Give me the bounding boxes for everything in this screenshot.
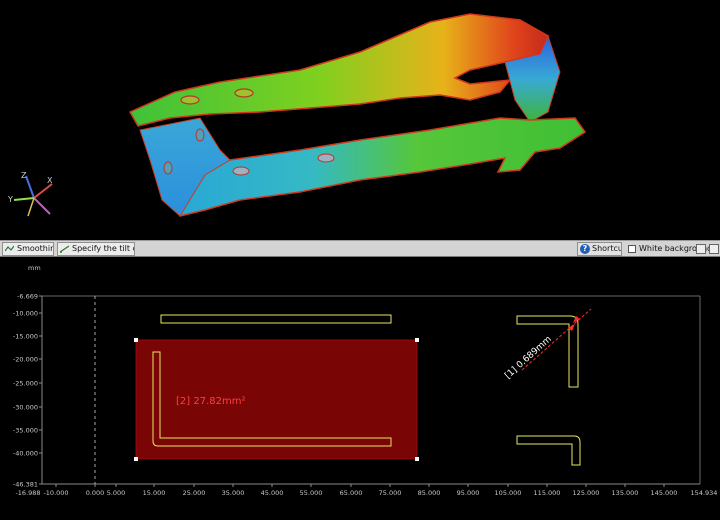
shortcuts-label: Shortcuts: [592, 244, 621, 253]
y-tick-label: -46.381: [13, 481, 38, 489]
profile-plot-canvas: mm -6.669 -10.000 -15.000 -20.000 -25.000 -30…: [13, 264, 718, 497]
axis-triad-icon: Z X Y: [7, 171, 53, 217]
3d-part-render: [128, 13, 587, 217]
smoothing-button[interactable]: Smoothing...: [2, 242, 54, 256]
x-tick-label: 154.934: [691, 489, 718, 497]
x-tick-label: 105.000: [495, 489, 522, 497]
x-tick-label: 135.000: [612, 489, 639, 497]
tilt-origin-label: Specify the tilt origin...: [72, 244, 134, 253]
region-handle[interactable]: [415, 338, 419, 342]
area-measurement-label: [2] 27.82mm²: [176, 396, 245, 407]
profile-upper-section: [160, 314, 392, 324]
help-icon: ?: [580, 244, 590, 254]
y-tick-label: -6.669: [17, 293, 38, 301]
x-tick-label: 145.000: [651, 489, 678, 497]
x-tick-label: -16.988: [15, 489, 40, 497]
y-tick-label: -20.000: [13, 356, 38, 364]
y-tick-label: -15.000: [13, 333, 38, 341]
x-axis-ticks: -16.988 -10.000 0.000 5.000 15.000 25.000 35.0…: [15, 484, 717, 497]
y-tick-label: -40.000: [13, 450, 38, 458]
region-handle[interactable]: [415, 457, 419, 461]
x-tick-label: 45.000: [261, 489, 284, 497]
axis-label-x: X: [47, 176, 53, 185]
y-tick-label: -25.000: [13, 380, 38, 388]
x-tick-label: 55.000: [300, 489, 323, 497]
x-tick-label: 75.000: [379, 489, 402, 497]
distance-measurement-label: [1] 0.689mm: [503, 334, 553, 381]
minimize-panel-button[interactable]: [696, 244, 706, 254]
checkbox-icon[interactable]: [628, 245, 636, 253]
region-handle[interactable]: [134, 338, 138, 342]
x-tick-label: 15.000: [143, 489, 166, 497]
y-tick-label: -30.000: [13, 404, 38, 412]
x-tick-label: 65.000: [340, 489, 363, 497]
region-handle[interactable]: [134, 457, 138, 461]
axis-label-y: Y: [7, 195, 13, 204]
shortcuts-button[interactable]: ? Shortcuts: [577, 242, 622, 256]
smoothing-label: Smoothing...: [17, 244, 53, 253]
x-tick-label: 125.000: [573, 489, 600, 497]
x-tick-label: 35.000: [222, 489, 245, 497]
x-tick-label: 85.000: [418, 489, 441, 497]
maximize-panel-button[interactable]: [709, 244, 719, 254]
tilt-origin-button[interactable]: Specify the tilt origin...: [57, 242, 135, 256]
profile-right-upper-section: [516, 315, 579, 388]
profile-plot[interactable]: mm -6.669 -10.000 -15.000 -20.000 -25.000 -30…: [0, 258, 720, 520]
x-tick-label: 25.000: [183, 489, 206, 497]
y-tick-label: -35.000: [13, 427, 38, 435]
profile-right-lower-section: [516, 435, 581, 466]
unit-label: mm: [28, 264, 41, 272]
y-tick-label: -10.000: [13, 310, 38, 318]
tilt-icon: [60, 245, 69, 253]
x-tick-label: -10.000: [43, 489, 68, 497]
y-axis-ticks: -6.669 -10.000 -15.000 -20.000 -25.000 -30.00…: [13, 293, 42, 489]
x-tick-label: 115.000: [534, 489, 561, 497]
3d-viewport[interactable]: Z X Y: [0, 0, 720, 240]
view-toolbar: Smoothing... Specify the tilt origin... …: [0, 240, 720, 257]
smoothing-icon: [5, 245, 14, 252]
axis-label-z: Z: [21, 171, 27, 180]
x-tick-label: 95.000: [457, 489, 480, 497]
x-tick-label: 5.000: [107, 489, 126, 497]
x-tick-label: 0.000: [86, 489, 105, 497]
